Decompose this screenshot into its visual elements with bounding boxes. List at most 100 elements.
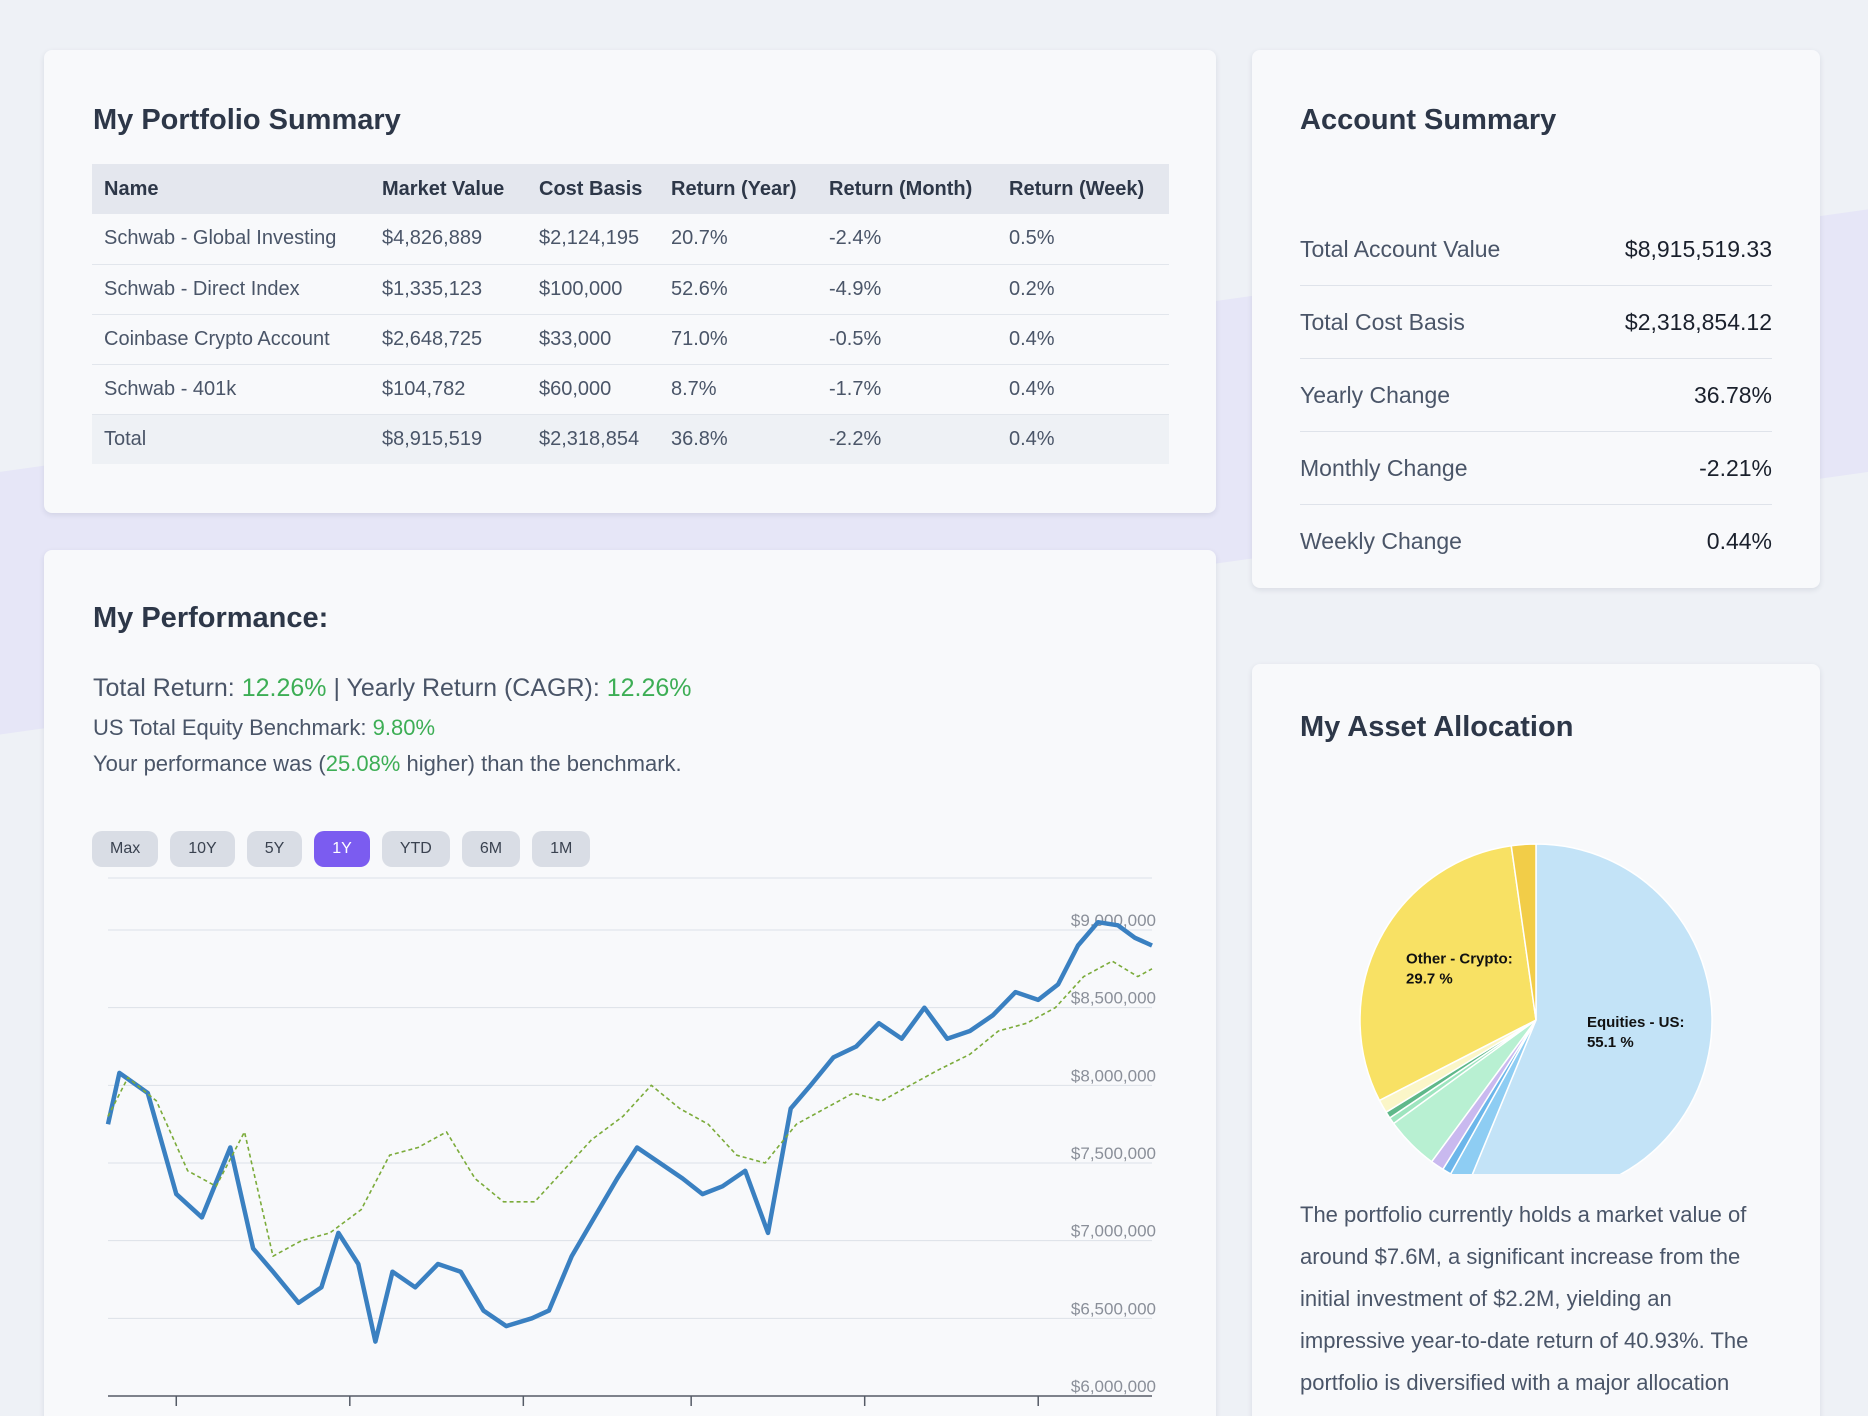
cost-basis: $100,000 <box>527 264 659 315</box>
account-label: Total Account Value <box>1300 235 1501 262</box>
pie-slice-label: Other - Crypto: <box>1406 951 1513 968</box>
account-row-weekly-change: Weekly Change 0.44% <box>1300 505 1772 578</box>
total-return-label: Total Return: <box>93 674 235 702</box>
table-row[interactable]: Schwab - Direct Index $1,335,123 $100,00… <box>92 264 1169 315</box>
range-button-max[interactable]: Max <box>92 831 159 867</box>
table-total-row: Total $8,915,519 $2,318,854 36.8% -2.2% … <box>92 414 1169 464</box>
portfolio-summary-card: My Portfolio Summary Name Market Value C… <box>44 50 1216 513</box>
portfolio-series-line <box>105 919 1153 1344</box>
return-week: 0.5% <box>997 214 1169 265</box>
return-month: -4.9% <box>817 264 997 315</box>
time-range-selector: Max 10Y 5Y 1Y YTD 6M 1M <box>92 831 591 867</box>
cagr-value: 12.26% <box>606 674 692 702</box>
pie-slice-value-label: 55.1 % <box>1587 1034 1634 1051</box>
y-tick-label: $8,500,000 <box>1071 989 1156 1008</box>
comparison-value: 25.08% <box>325 751 401 776</box>
y-tick-label: $7,000,000 <box>1071 1222 1156 1241</box>
cost-basis: $60,000 <box>527 364 659 415</box>
account-name: Schwab - Direct Index <box>92 264 370 315</box>
return-week: 0.2% <box>997 264 1169 315</box>
separator: | <box>333 674 340 702</box>
range-button-ytd[interactable]: YTD <box>381 831 450 867</box>
benchmark-line: US Total Equity Benchmark: 9.80% <box>93 715 435 741</box>
allocation-summary-text: The portfolio currently holds a market v… <box>1300 1202 1749 1395</box>
total-return-year: 36.8% <box>659 414 817 464</box>
market-value: $104,782 <box>370 364 527 415</box>
range-button-1y[interactable]: 1Y <box>314 831 370 867</box>
account-label: Total Cost Basis <box>1300 308 1465 335</box>
asset-allocation-card: My Asset Allocation Equities - US: 55.1 %… <box>1252 664 1820 1416</box>
total-return-month: -2.2% <box>817 414 997 464</box>
return-year: 52.6% <box>659 264 817 315</box>
account-value: 36.78% <box>1693 381 1772 408</box>
account-name: Coinbase Crypto Account <box>92 314 370 365</box>
account-value: -2.21% <box>1699 454 1772 481</box>
total-return-value: 12.26% <box>241 674 327 702</box>
column-header-market-value[interactable]: Market Value <box>370 164 527 214</box>
y-tick-label: $8,000,000 <box>1071 1066 1156 1085</box>
y-tick-label: $9,000,000 <box>1071 911 1156 930</box>
range-button-1m[interactable]: 1M <box>532 831 591 867</box>
column-header-return-month[interactable]: Return (Month) <box>817 164 997 214</box>
return-month: -0.5% <box>817 314 997 365</box>
total-cost-basis: $2,318,854 <box>527 414 659 464</box>
return-month: -2.4% <box>817 214 997 265</box>
account-value: $2,318,854.12 <box>1624 308 1772 335</box>
account-summary-card: Account Summary Total Account Value $8,9… <box>1252 50 1820 588</box>
benchmark-label: US Total Equity Benchmark: <box>93 715 367 740</box>
performance-line-chart[interactable]: $6,000,000 $6,500,000 $7,000,000 $7,500,000… <box>44 870 1216 1416</box>
return-week: 0.4% <box>997 364 1169 415</box>
y-tick-label: $6,000,000 <box>1071 1377 1156 1396</box>
account-row-yearly-change: Yearly Change 36.78% <box>1300 359 1772 432</box>
total-label: Total <box>92 414 370 464</box>
cost-basis: $33,000 <box>527 314 659 365</box>
cost-basis: $2,124,195 <box>527 214 659 265</box>
table-row[interactable]: Schwab - 401k $104,782 $60,000 8.7% -1.7… <box>92 364 1169 415</box>
market-value: $4,826,889 <box>370 214 527 265</box>
table-header-row: Name Market Value Cost Basis Return (Yea… <box>92 164 1169 214</box>
account-label: Weekly Change <box>1300 528 1462 554</box>
performance-title: My Performance: <box>93 602 329 634</box>
account-summary-title: Account Summary <box>1300 104 1557 136</box>
asset-allocation-pie-chart[interactable]: Equities - US: 55.1 % Other - Crypto: 29.7 … <box>1252 774 1820 1174</box>
asset-allocation-title: My Asset Allocation <box>1300 711 1574 743</box>
portfolio-table: Name Market Value Cost Basis Return (Yea… <box>92 164 1169 464</box>
column-header-return-year[interactable]: Return (Year) <box>659 164 817 214</box>
benchmark-value: 9.80% <box>372 715 436 740</box>
comparison-suffix: higher) than the benchmark. <box>400 751 682 776</box>
total-return-week: 0.4% <box>997 414 1169 464</box>
market-value: $1,335,123 <box>370 264 527 315</box>
cagr-label: Yearly Return (CAGR): <box>346 674 600 702</box>
account-name: Schwab - 401k <box>92 364 370 415</box>
account-value: $8,915,519.33 <box>1624 235 1772 262</box>
return-year: 20.7% <box>659 214 817 265</box>
account-label: Yearly Change <box>1300 381 1451 408</box>
return-week: 0.4% <box>997 314 1169 365</box>
column-header-return-week[interactable]: Return (Week) <box>997 164 1169 214</box>
account-row-monthly-change: Monthly Change -2.21% <box>1300 432 1772 505</box>
comparison-prefix: Your performance was ( <box>93 751 326 776</box>
return-year: 8.7% <box>659 364 817 415</box>
account-row-total-value: Total Account Value $8,915,519.33 <box>1300 213 1772 286</box>
return-year: 71.0% <box>659 314 817 365</box>
total-market-value: $8,915,519 <box>370 414 527 464</box>
range-button-10y[interactable]: 10Y <box>170 831 235 867</box>
performance-card: My Performance: Total Return: 12.26% | Y… <box>44 550 1216 1416</box>
benchmark-series-line <box>107 960 1153 1258</box>
market-value: $2,648,725 <box>370 314 527 365</box>
table-row[interactable]: Schwab - Global Investing $4,826,889 $2,… <box>92 214 1169 265</box>
column-header-name[interactable]: Name <box>92 164 370 214</box>
return-month: -1.7% <box>817 364 997 415</box>
account-name: Schwab - Global Investing <box>92 214 370 265</box>
pie-slice-value-label: 29.7 % <box>1406 971 1453 988</box>
account-value: 0.44% <box>1706 528 1772 554</box>
range-button-6m[interactable]: 6M <box>461 831 521 867</box>
account-summary-list: Total Account Value $8,915,519.33 Total … <box>1300 213 1772 578</box>
column-header-cost-basis[interactable]: Cost Basis <box>527 164 659 214</box>
range-button-5y[interactable]: 5Y <box>246 831 303 867</box>
y-tick-label: $6,500,000 <box>1071 1299 1156 1318</box>
portfolio-summary-title: My Portfolio Summary <box>93 104 401 136</box>
total-return-line: Total Return: 12.26% | Yearly Return (CA… <box>93 674 692 703</box>
table-row[interactable]: Coinbase Crypto Account $2,648,725 $33,0… <box>92 314 1169 365</box>
account-row-cost-basis: Total Cost Basis $2,318,854.12 <box>1300 286 1772 359</box>
